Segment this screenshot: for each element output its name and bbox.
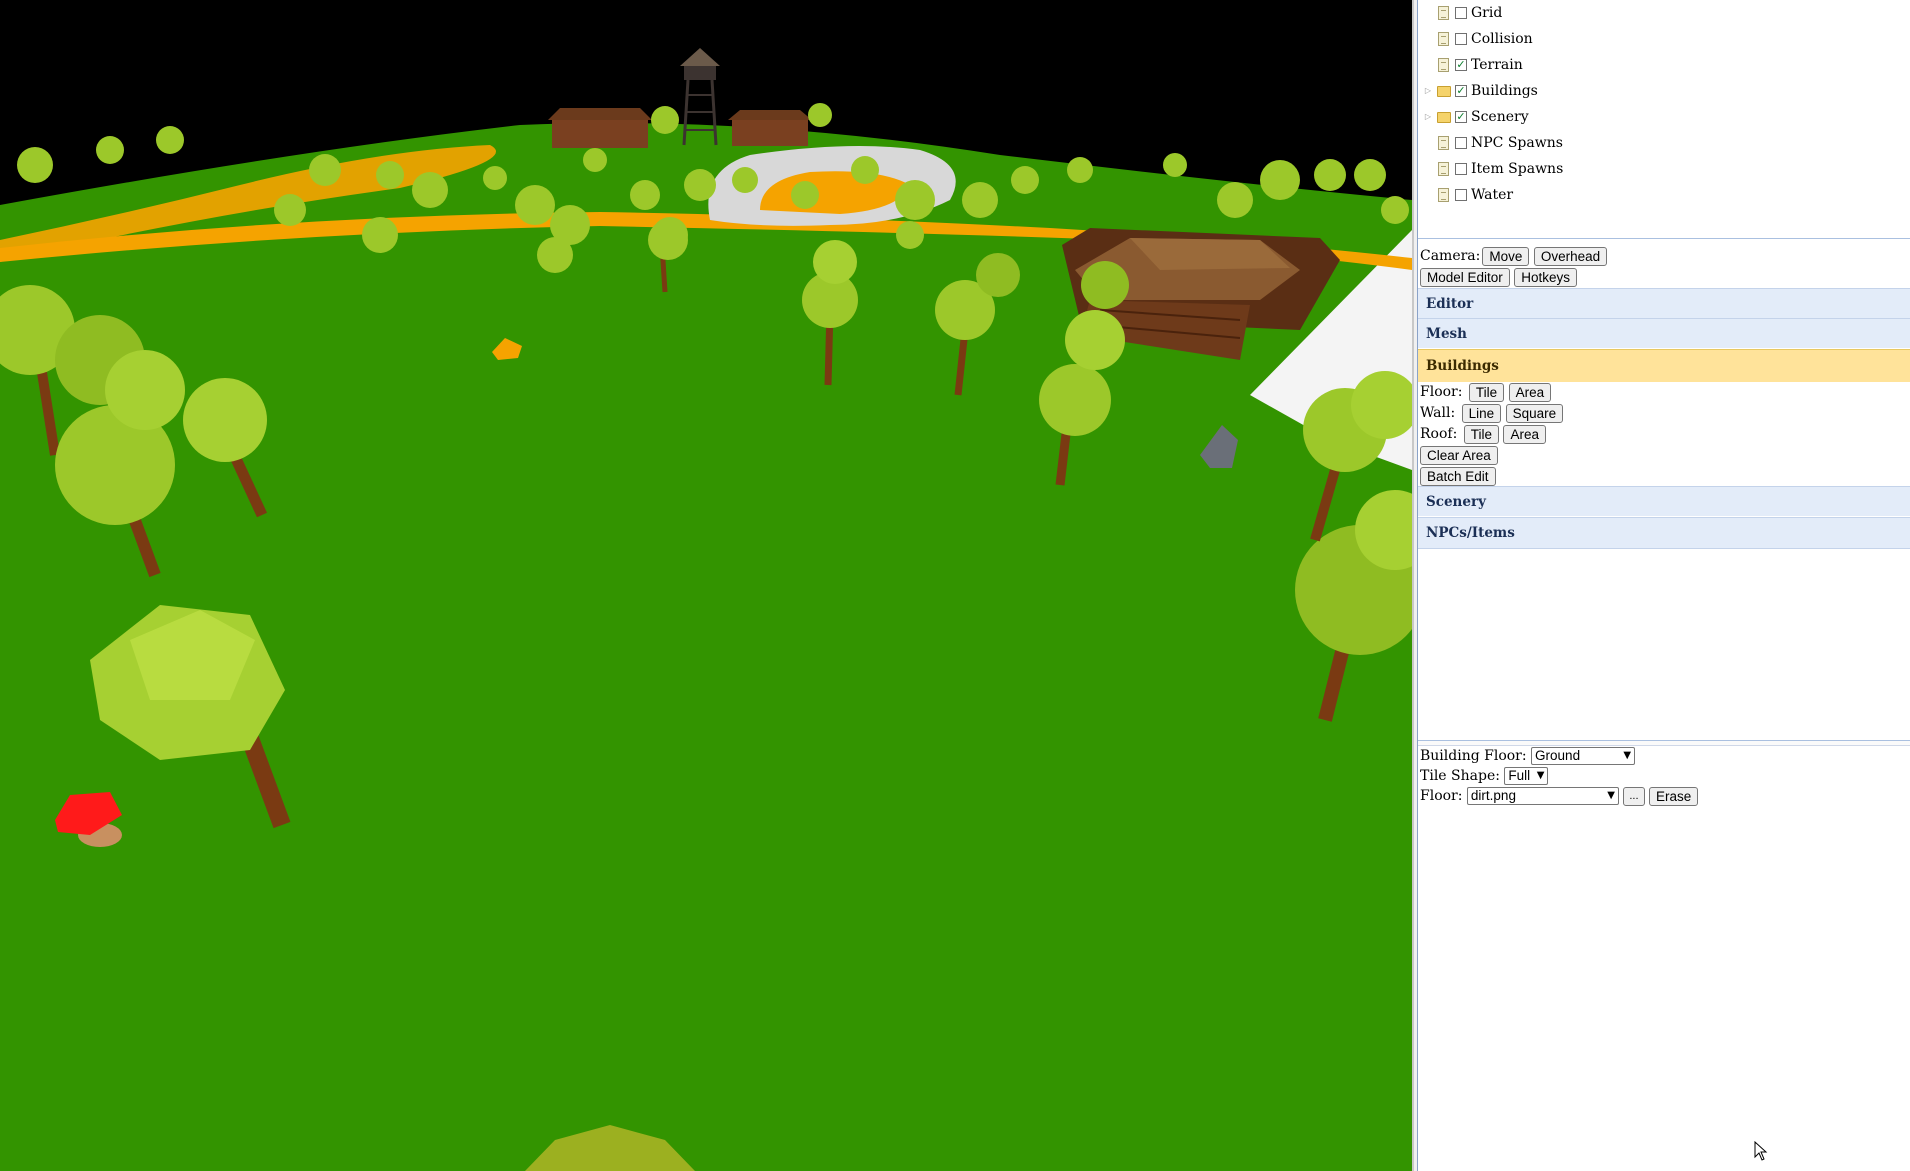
floor-area-button[interactable]: Area	[1508, 382, 1552, 402]
document-icon	[1438, 188, 1449, 202]
section-scenery[interactable]: Scenery	[1418, 486, 1910, 516]
batch-edit-button[interactable]: Batch Edit	[1420, 466, 1496, 486]
layer-visibility-checkbox[interactable]: ✓	[1455, 111, 1467, 123]
document-icon	[1438, 58, 1449, 72]
chevron-down-icon: ▼	[1623, 750, 1632, 761]
tile-shape-value: Full	[1508, 768, 1531, 783]
floor-texture-label: Floor:	[1420, 788, 1463, 804]
tile-shape-select[interactable]: Full ▼	[1504, 767, 1549, 785]
building-floor-select[interactable]: Ground ▼	[1531, 747, 1636, 765]
floor-tool-label: Floor:	[1420, 384, 1463, 400]
document-icon	[1438, 6, 1449, 20]
wall-square-button[interactable]: Square	[1505, 403, 1564, 423]
expand-arrow-icon[interactable]: ▷	[1424, 104, 1432, 130]
layer-tree: Grid Collision ✓ Terrain ▷ ✓ Buildings ▷ ✓ Scener…	[1418, 0, 1910, 239]
layer-label: Scenery	[1471, 109, 1529, 125]
far-house-left	[548, 108, 652, 148]
model-editor-button[interactable]: Model Editor	[1420, 267, 1510, 287]
overhead-button[interactable]: Overhead	[1533, 246, 1608, 266]
document-icon	[1438, 32, 1449, 46]
far-house-right	[728, 110, 812, 146]
layer-visibility-checkbox[interactable]	[1455, 7, 1467, 19]
wall-tool-label: Wall:	[1420, 405, 1456, 421]
camera-toolbar: Camera: Move Overhead Model Editor Hotkey…	[1420, 246, 1908, 288]
editor-panel: Grid Collision ✓ Terrain ▷ ✓ Buildings ▷ ✓ Scener…	[1418, 0, 1910, 1171]
mouse-cursor-icon	[1754, 1141, 1768, 1161]
erase-button[interactable]: Erase	[1649, 786, 1699, 806]
floor-tile-button[interactable]: Tile	[1468, 382, 1505, 402]
scene-canvas	[0, 0, 1412, 1171]
move-button[interactable]: Move	[1482, 246, 1530, 266]
camera-label: Camera:	[1420, 248, 1481, 264]
folder-icon	[1437, 112, 1451, 123]
roof-tool-label: Roof:	[1420, 426, 1458, 442]
buildings-tools: Floor: Tile Area Wall: Line Square Roof:…	[1420, 382, 1908, 487]
document-icon	[1438, 162, 1449, 176]
tile-shape-label: Tile Shape:	[1420, 768, 1500, 784]
layer-visibility-checkbox[interactable]	[1455, 33, 1467, 45]
section-editor[interactable]: Editor	[1418, 288, 1910, 318]
clear-area-button[interactable]: Clear Area	[1420, 445, 1498, 465]
floor-texture-value: dirt.png	[1470, 788, 1516, 803]
wall-line-button[interactable]: Line	[1461, 403, 1502, 423]
folder-icon	[1437, 86, 1451, 97]
layer-label: Water	[1471, 187, 1514, 203]
hotkeys-button[interactable]: Hotkeys	[1514, 267, 1578, 287]
section-npcs-items[interactable]: NPCs/Items	[1418, 517, 1910, 549]
layer-visibility-checkbox[interactable]	[1455, 163, 1467, 175]
layer-label: Grid	[1471, 5, 1503, 21]
expand-arrow-icon[interactable]: ▷	[1424, 78, 1432, 104]
section-mesh[interactable]: Mesh	[1418, 318, 1910, 348]
layer-label: NPC Spawns	[1471, 135, 1563, 151]
layer-label: Item Spawns	[1471, 161, 1564, 177]
layer-visibility-checkbox[interactable]: ✓	[1455, 85, 1467, 97]
roof-tile-button[interactable]: Tile	[1463, 424, 1500, 444]
layer-label: Collision	[1471, 31, 1533, 47]
layer-visibility-checkbox[interactable]	[1455, 137, 1467, 149]
layer-label: Terrain	[1471, 57, 1523, 73]
layer-visibility-checkbox[interactable]	[1455, 189, 1467, 201]
layer-visibility-checkbox[interactable]: ✓	[1455, 59, 1467, 71]
chevron-down-icon: ▼	[1536, 770, 1545, 781]
building-floor-value: Ground	[1535, 748, 1581, 763]
roof-area-button[interactable]: Area	[1503, 424, 1546, 444]
section-buildings[interactable]: Buildings	[1418, 349, 1910, 382]
properties-panel: Building Floor: Ground ▼ Tile Shape: Full…	[1420, 746, 1908, 806]
document-icon	[1438, 136, 1449, 150]
layer-label: Buildings	[1471, 83, 1538, 99]
browse-texture-button[interactable]: ...	[1623, 786, 1645, 806]
floor-texture-select[interactable]: dirt.png ▼	[1466, 787, 1619, 805]
building-floor-label: Building Floor:	[1420, 748, 1527, 764]
chevron-down-icon: ▼	[1607, 790, 1615, 801]
3d-viewport[interactable]	[0, 0, 1412, 1171]
